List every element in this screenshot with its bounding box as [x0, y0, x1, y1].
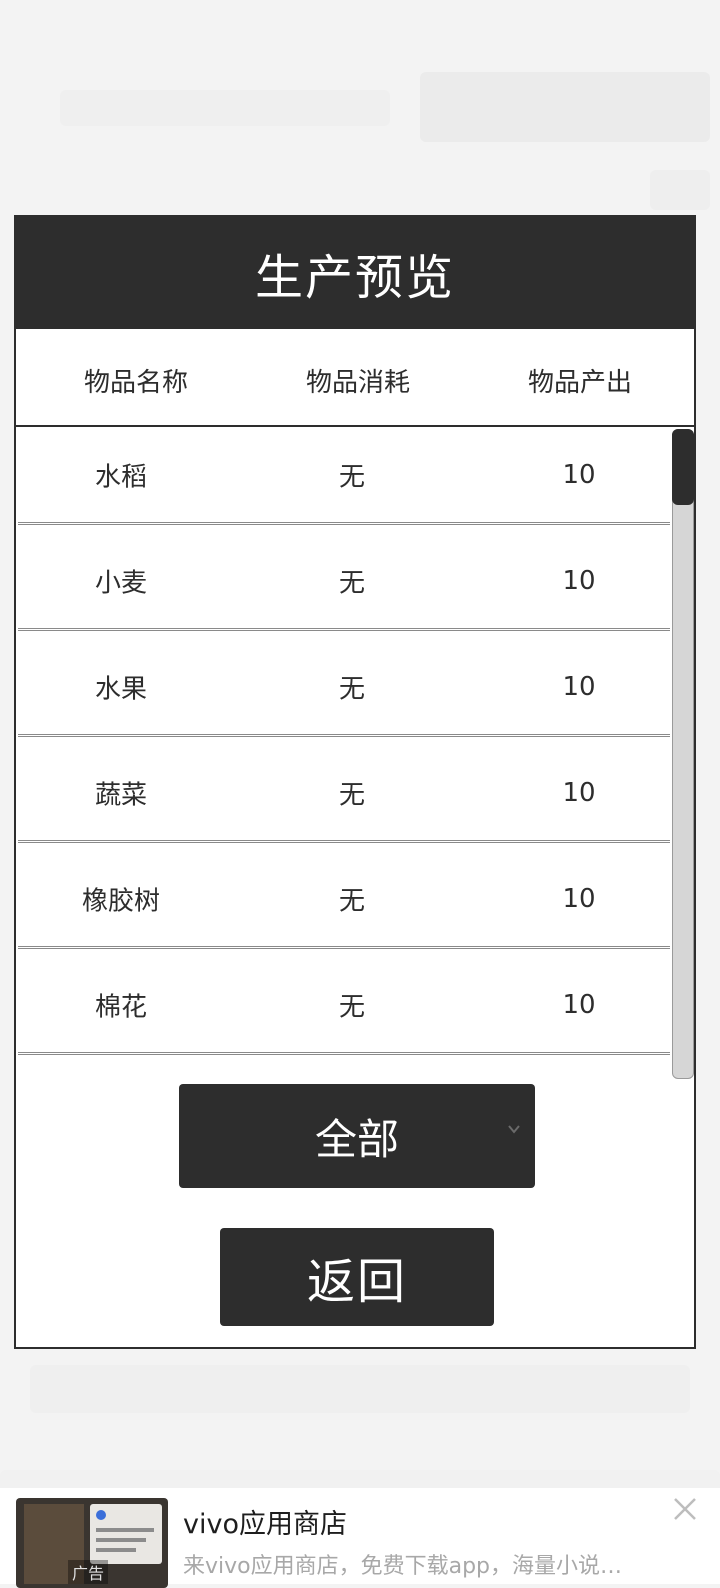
filter-select[interactable]: 全部 — [179, 1084, 535, 1188]
chevron-down-icon — [508, 1125, 520, 1134]
table-row: 棉花 无 10 — [18, 957, 670, 1055]
ad-tag: 广告 — [68, 1560, 109, 1584]
column-header-consume: 物品消耗 — [305, 368, 411, 398]
scrollbar-thumb[interactable] — [672, 429, 694, 505]
item-list[interactable]: 水稻 无 10 小麦 无 10 水果 无 10 蔬菜 无 10 橡胶树 无 10… — [18, 427, 694, 1081]
ad-title[interactable]: vivo应用商店 — [183, 1502, 347, 1541]
table-header: 物品名称 物品消耗 物品产出 — [16, 329, 694, 427]
cell-item-name: 水稻 — [94, 462, 148, 492]
table-row — [18, 1063, 670, 1081]
cell-item-name: 棉花 — [94, 992, 148, 1022]
filter-select-value: 全部 — [314, 1114, 399, 1164]
cell-item-name: 水果 — [94, 674, 148, 704]
table-row: 水果 无 10 — [18, 639, 670, 737]
back-button[interactable]: 返回 — [220, 1228, 494, 1326]
cell-item-consume: 无 — [338, 886, 366, 916]
cell-item-name: 橡胶树 — [81, 886, 161, 916]
dialog-title: 生产预览 — [16, 217, 694, 329]
cell-item-output: 10 — [562, 883, 596, 914]
text-line-decoration — [96, 1548, 136, 1552]
cell-item-consume: 无 — [338, 992, 366, 1022]
ad-banner[interactable]: 广告 vivo应用商店 来vivo应用商店，免费下载app，海量小说… — [0, 1488, 720, 1588]
ad-thumbnail-card — [90, 1504, 162, 1564]
ad-thumbnail[interactable]: 广告 — [16, 1498, 168, 1588]
app-store-icon — [96, 1510, 106, 1520]
scrollbar-track[interactable] — [672, 429, 694, 1079]
text-line-decoration — [96, 1528, 154, 1532]
background-decoration — [30, 1365, 690, 1413]
cell-item-output: 10 — [562, 459, 596, 490]
cell-item-output: 10 — [562, 671, 596, 702]
table-row: 水稻 无 10 — [18, 427, 670, 525]
production-preview-dialog: 生产预览 物品名称 物品消耗 物品产出 水稻 无 10 小麦 无 10 水果 无… — [14, 215, 696, 1349]
cell-item-output: 10 — [562, 777, 596, 808]
close-icon[interactable] — [670, 1494, 700, 1524]
table-row: 小麦 无 10 — [18, 533, 670, 631]
cell-item-output: 10 — [562, 989, 596, 1020]
background-decoration — [420, 72, 710, 142]
cell-item-consume: 无 — [338, 568, 366, 598]
cell-item-consume: 无 — [338, 674, 366, 704]
background-decoration — [60, 90, 390, 126]
cell-item-consume: 无 — [338, 780, 366, 810]
background-decoration — [650, 170, 710, 210]
cell-item-name: 小麦 — [94, 568, 148, 598]
table-row: 蔬菜 无 10 — [18, 745, 670, 843]
cell-item-output: 10 — [562, 565, 596, 596]
ad-description: 来vivo应用商店，免费下载app，海量小说… — [183, 1554, 623, 1579]
table-row: 橡胶树 无 10 — [18, 851, 670, 949]
column-header-name: 物品名称 — [83, 368, 189, 398]
cell-item-name: 蔬菜 — [94, 780, 148, 810]
cell-item-consume: 无 — [338, 462, 366, 492]
column-header-output: 物品产出 — [527, 368, 633, 398]
text-line-decoration — [96, 1538, 146, 1542]
